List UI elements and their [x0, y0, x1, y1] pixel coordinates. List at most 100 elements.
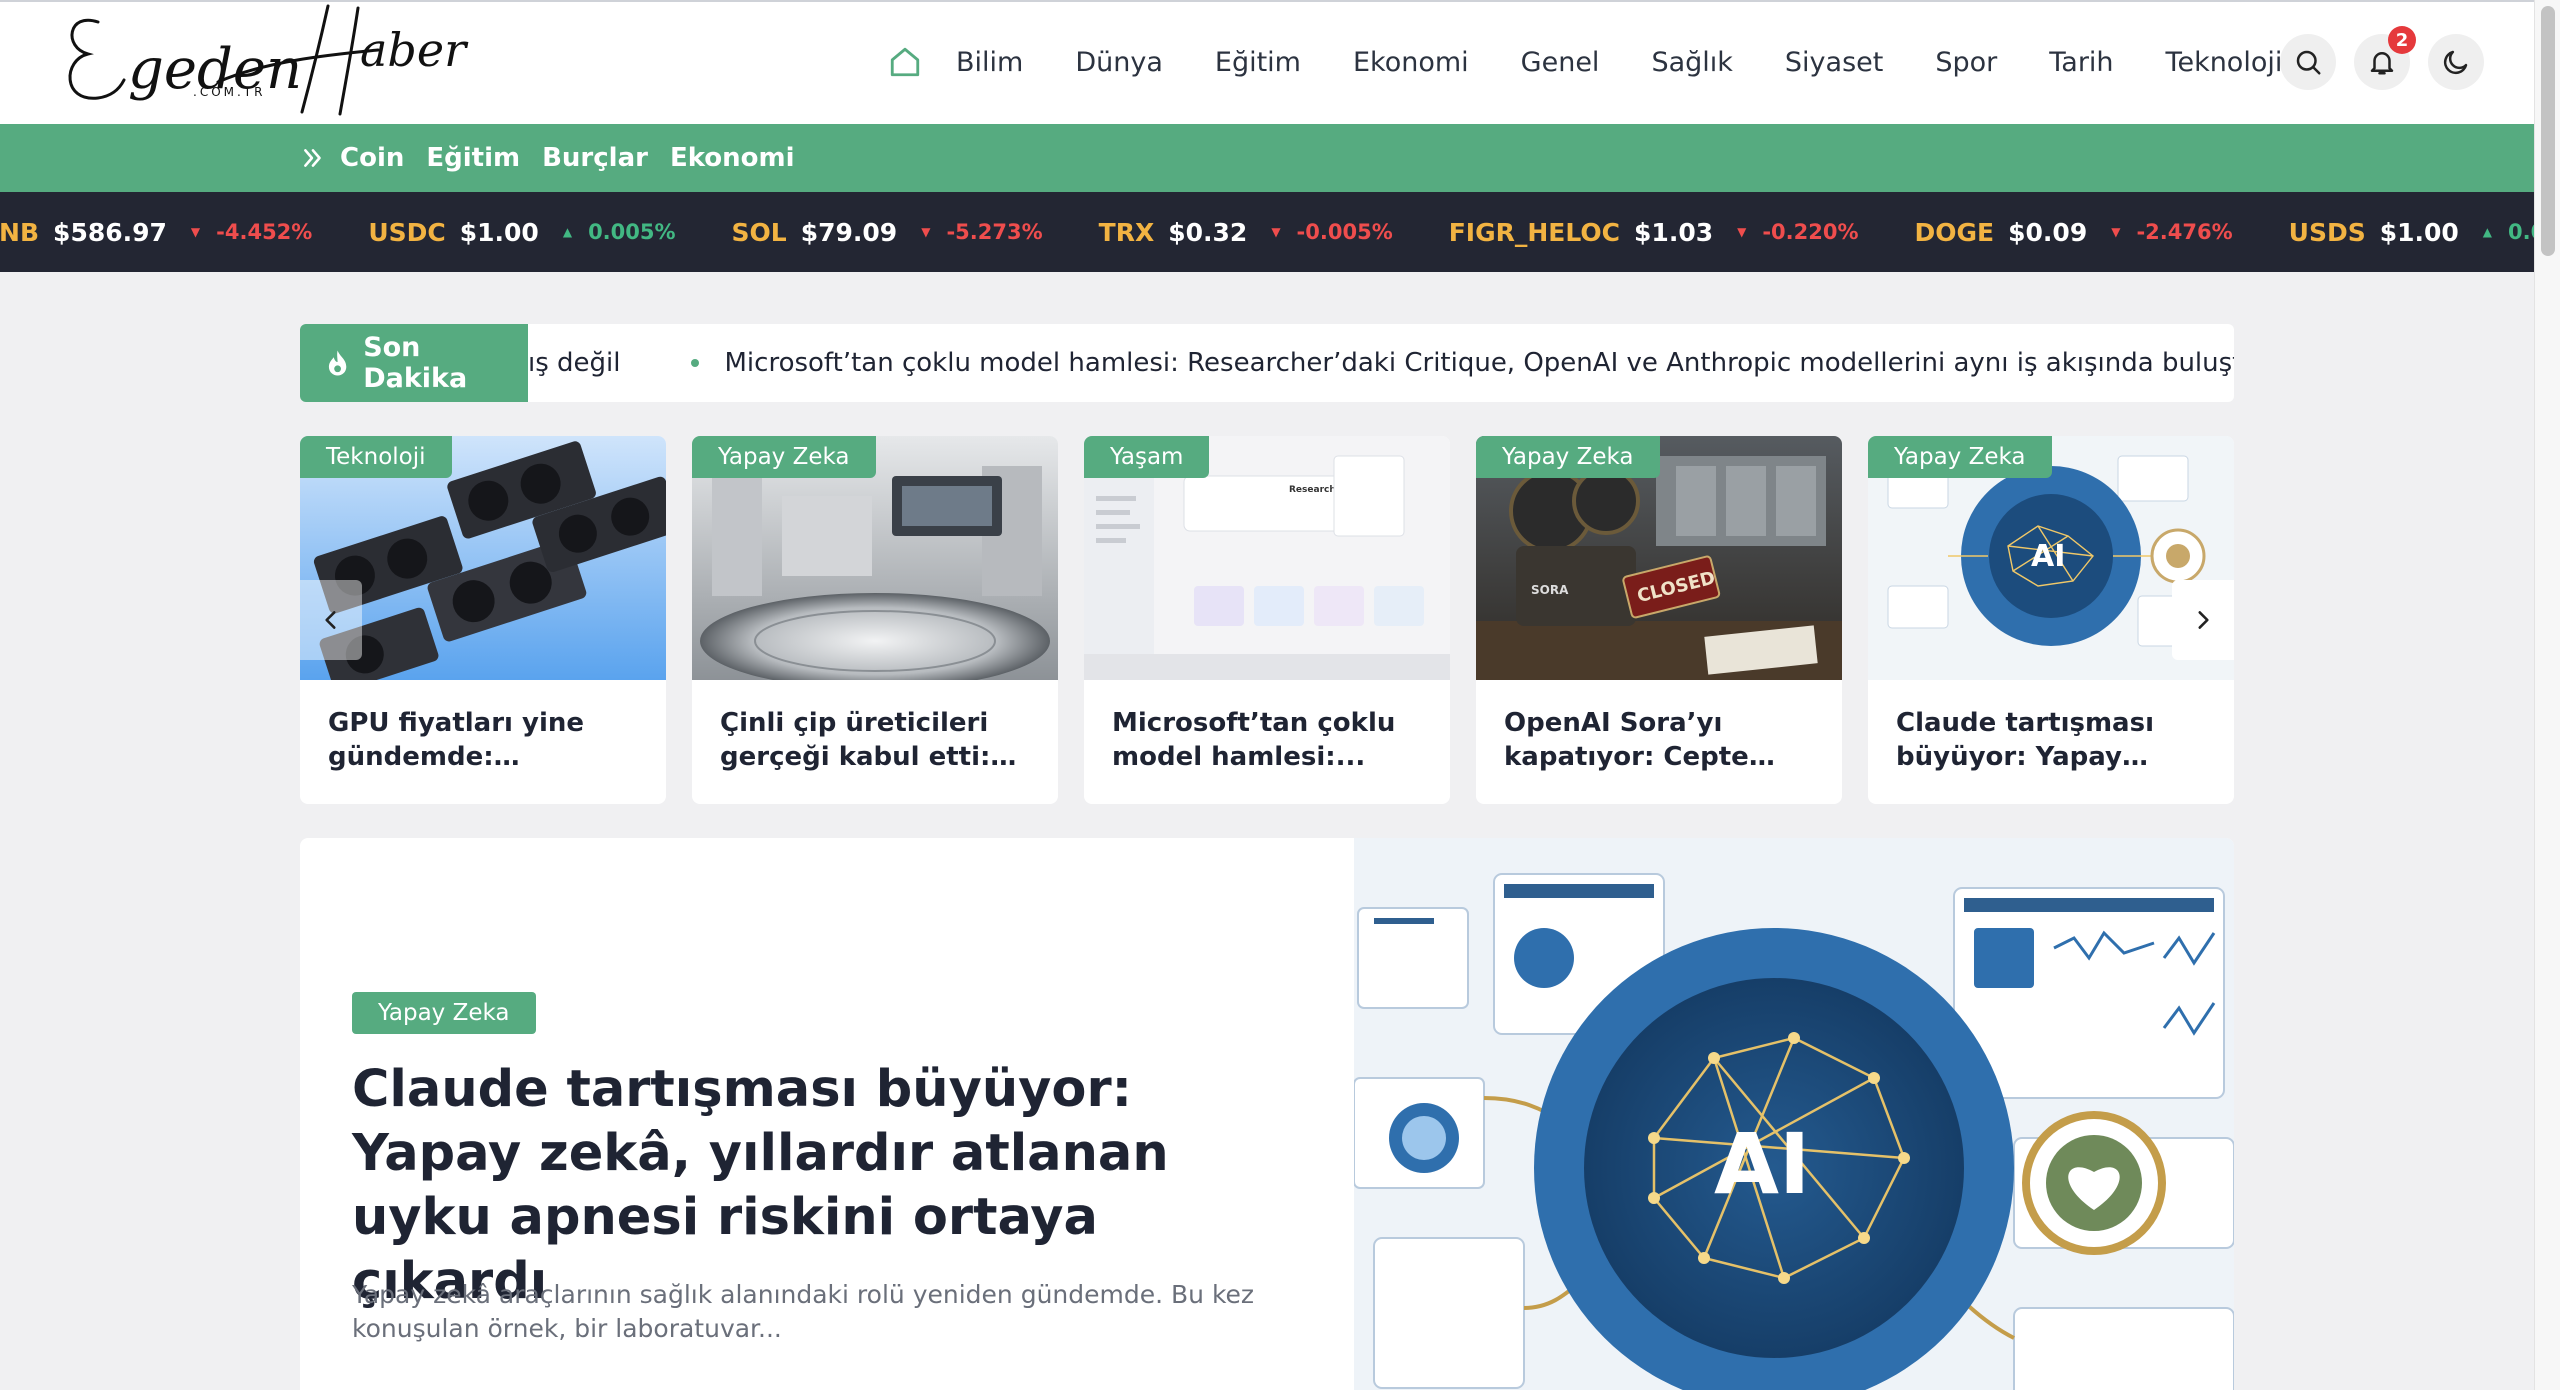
subnav-item-ekonomi[interactable]: Ekonomi — [670, 143, 795, 173]
news-card[interactable]: Yapay Zeka Çinli çip üreticileri gerçeği… — [692, 436, 1058, 804]
search-icon — [2296, 50, 2321, 75]
ticker-item[interactable]: USDC $1.00 ▲ 0.005% — [368, 218, 675, 247]
down-arrow-icon: ▼ — [1271, 225, 1281, 239]
card-title[interactable]: Çinli çip üreticileri gerçeği kabul etti… — [720, 706, 1036, 774]
nav-item-dunya[interactable]: Dünya — [1075, 47, 1163, 78]
notification-count-badge: 2 — [2388, 26, 2416, 54]
nav-item-teknoloji[interactable]: Teknoloji — [2166, 47, 2283, 78]
nav-item-bilim[interactable]: Bilim — [956, 47, 1023, 78]
dark-mode-toggle[interactable] — [2428, 34, 2484, 90]
ticker-item[interactable]: BNB $586.97 ▼ -4.452% — [0, 218, 312, 247]
flame-icon — [328, 350, 347, 376]
news-card[interactable]: Researcher Yaşam Microsoft’tan çoklu mod… — [1084, 436, 1450, 804]
breaking-news-title: Son Dakika — [363, 332, 468, 394]
coin-price: $79.09 — [800, 217, 898, 247]
breaking-news-track: ış değil Microsoft’tan çoklu model hamle… — [528, 324, 2234, 402]
featured-category-tag[interactable]: Yapay Zeka — [352, 992, 536, 1034]
nav-item-saglik[interactable]: Sağlık — [1651, 47, 1732, 78]
crypto-ticker: BNB $586.97 ▼ -4.452% USDC $1.00 ▲ 0.005… — [0, 192, 2534, 272]
down-arrow-icon: ▼ — [921, 225, 931, 239]
card-title[interactable]: Microsoft’tan çoklu model hamlesi:... — [1112, 706, 1428, 774]
coin-price: $1.00 — [2379, 217, 2459, 247]
ticker-item[interactable]: SOL $79.09 ▼ -5.273% — [732, 218, 1043, 247]
news-carousel: Teknoloji GPU fiyatları yine gündemde: 2… — [300, 436, 2234, 804]
coin-symbol: USDC — [368, 217, 446, 247]
featured-ai-label: AI — [1714, 1115, 1810, 1213]
coin-change: 0.010% — [2508, 220, 2534, 244]
down-arrow-icon: ▼ — [1737, 225, 1747, 239]
featured-article: Yapay Zeka Claude tartışması büyüyor: Ya… — [300, 838, 2234, 1390]
breaking-news-item[interactable]: ış değil — [528, 348, 621, 378]
site-header: geden aber .COM.TR Bilim Dünya Eğitim Ek… — [0, 2, 2534, 124]
down-arrow-icon: ▼ — [190, 225, 201, 239]
ai-label: AI — [2031, 539, 2065, 574]
ticker-item[interactable]: USDS $1.00 ▲ 0.010% — [2289, 218, 2534, 247]
bullet-dot — [690, 359, 699, 367]
coin-symbol: SOL — [731, 217, 787, 247]
coin-change: -0.220% — [1762, 220, 1859, 244]
subnav-item-egitim[interactable]: Eğitim — [426, 143, 520, 173]
up-arrow-icon: ▲ — [562, 225, 573, 239]
scrollbar-thumb[interactable] — [2541, 6, 2555, 256]
ticker-item[interactable]: FIGR_HELOC $1.03 ▼ -0.220% — [1449, 218, 1859, 247]
featured-image-ai-health[interactable]: AI — [1354, 838, 2234, 1390]
bell-icon — [2370, 52, 2394, 75]
card-title[interactable]: OpenAI Sora’yı kapatıyor: Cepte Hollywoo… — [1504, 706, 1820, 774]
nav-item-siyaset[interactable]: Siyaset — [1785, 47, 1883, 78]
chevron-left-icon — [325, 611, 336, 629]
coin-change: 0.005% — [588, 220, 676, 244]
card-category-tag[interactable]: Yapay Zeka — [1476, 436, 1660, 478]
search-button[interactable] — [2280, 34, 2336, 90]
coin-symbol: DOGE — [1914, 217, 1995, 247]
card-category-tag[interactable]: Yapay Zeka — [1868, 436, 2052, 478]
sora-label: SORA — [1531, 583, 1569, 597]
subnav-item-coin[interactable]: Coin — [340, 143, 404, 173]
home-icon — [890, 47, 920, 77]
coin-price: $1.03 — [1634, 217, 1714, 247]
coin-symbol: FIGR_HELOC — [1448, 217, 1621, 247]
coin-price: $1.00 — [459, 217, 539, 247]
breaking-news-bar: Son Dakika ış değil Microsoft’tan çoklu … — [300, 324, 2234, 402]
notifications-button[interactable]: 2 — [2354, 26, 2416, 90]
coin-price: $0.09 — [2008, 217, 2088, 247]
coin-price: $586.97 — [53, 217, 167, 247]
news-card[interactable]: SORA CLOSED Yapay Zeka OpenAI Sora’yı ka… — [1476, 436, 1842, 804]
breaking-news-label: Son Dakika — [300, 324, 528, 402]
subnav-item-burclar[interactable]: Burçlar — [542, 143, 648, 173]
coin-change: -4.452% — [216, 220, 313, 244]
coin-symbol: TRX — [1098, 217, 1155, 247]
nav-item-tarih[interactable]: Tarih — [2049, 47, 2113, 78]
ticker-item[interactable]: TRX $0.32 ▼ -0.005% — [1099, 218, 1393, 247]
up-arrow-icon: ▲ — [2482, 225, 2493, 239]
page-scrollbar[interactable] — [2534, 0, 2560, 1390]
card-title[interactable]: GPU fiyatları yine gündemde: 2026’da... — [328, 706, 644, 774]
coin-price: $0.32 — [1168, 217, 1248, 247]
carousel-prev-button[interactable] — [300, 580, 362, 660]
double-chevron-right-icon — [300, 145, 326, 171]
ticker-item[interactable]: DOGE $0.09 ▼ -2.476% — [1915, 218, 2233, 247]
chevron-right-icon — [2198, 611, 2209, 629]
card-title[interactable]: Claude tartışması büyüyor: Yapay zekâ,..… — [1896, 706, 2212, 774]
carousel-next-button[interactable] — [2172, 580, 2234, 660]
coin-change: -5.273% — [946, 220, 1043, 244]
featured-title[interactable]: Claude tartışması büyüyor: Yapay zekâ, y… — [352, 1058, 1272, 1314]
moon-icon — [2443, 50, 2468, 75]
coin-change: -0.005% — [1296, 220, 1393, 244]
card-category-tag[interactable]: Yapay Zeka — [692, 436, 876, 478]
coin-change: -2.476% — [2136, 220, 2233, 244]
card-category-tag[interactable]: Teknoloji — [300, 436, 452, 478]
home-nav-button[interactable] — [880, 32, 930, 92]
coin-symbol: USDS — [2288, 217, 2366, 247]
card-category-tag[interactable]: Yaşam — [1084, 436, 1210, 478]
nav-item-spor[interactable]: Spor — [1935, 47, 1997, 78]
secondary-nav: Coin Eğitim Burçlar Ekonomi — [0, 124, 2534, 192]
featured-description: Yapay zekâ araçlarının sağlık alanındaki… — [352, 1280, 1255, 1343]
nav-item-genel[interactable]: Genel — [1521, 47, 1600, 78]
site-logo[interactable]: geden aber .COM.TR — [58, 2, 488, 120]
logo-subtext: .COM.TR — [193, 85, 265, 99]
breaking-news-item[interactable]: Microsoft’tan çoklu model hamlesi: Resea… — [725, 348, 2235, 378]
nav-item-egitim[interactable]: Eğitim — [1215, 47, 1301, 78]
ticker-track: BNB $586.97 ▼ -4.452% USDC $1.00 ▲ 0.005… — [0, 192, 2534, 272]
main-nav: Bilim Dünya Eğitim Ekonomi Genel Sağlık … — [880, 32, 2282, 92]
nav-item-ekonomi[interactable]: Ekonomi — [1353, 47, 1469, 78]
